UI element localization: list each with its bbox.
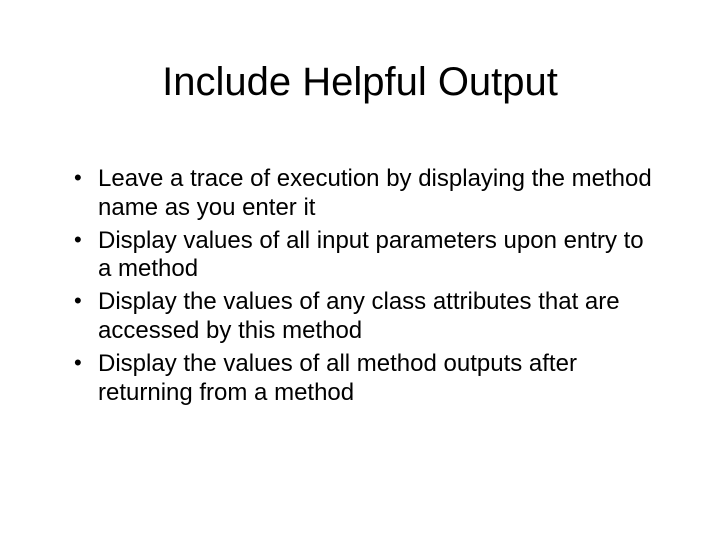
slide: Include Helpful Output Leave a trace of …	[0, 0, 720, 540]
list-item: Display the values of any class attribut…	[70, 288, 660, 346]
list-item: Display values of all input parameters u…	[70, 227, 660, 285]
slide-body: Leave a trace of execution by displaying…	[70, 165, 660, 411]
list-item: Display the values of all method outputs…	[70, 350, 660, 408]
slide-title: Include Helpful Output	[0, 60, 720, 105]
list-item: Leave a trace of execution by displaying…	[70, 165, 660, 223]
bullet-list: Leave a trace of execution by displaying…	[70, 165, 660, 407]
